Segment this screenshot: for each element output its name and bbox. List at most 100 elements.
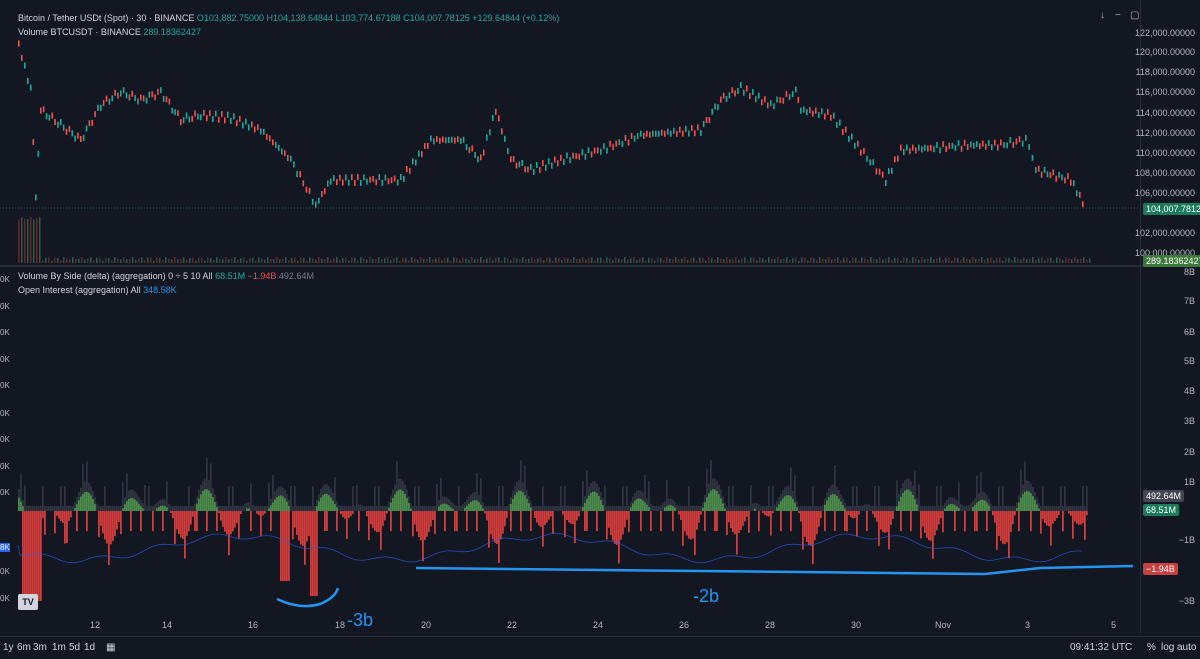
volume-bar — [273, 259, 275, 263]
delta-shadow-bar — [548, 506, 550, 511]
volume-bar — [132, 257, 134, 263]
delta-shadow-bar — [878, 486, 880, 511]
clock-time[interactable]: 09:41:32 UTC — [1070, 642, 1132, 653]
candle — [114, 89, 116, 96]
delta-shadow-bar — [374, 486, 376, 511]
delta-pos-bar — [724, 508, 726, 511]
delta-neg-bar — [854, 511, 856, 518]
delta-shadow-bar — [38, 506, 40, 511]
candle — [957, 140, 960, 147]
delta-pos-bar — [524, 495, 526, 511]
delta-neg-bar — [564, 511, 566, 538]
candle — [180, 119, 182, 126]
delta-shadow-bar — [416, 506, 418, 511]
volume-bar — [399, 260, 401, 263]
calendar-icon[interactable]: ▦ — [106, 642, 115, 653]
percent-toggle[interactable]: % — [1147, 642, 1156, 653]
delta-shadow-bar — [660, 505, 662, 511]
delta-pos-bar — [136, 501, 138, 511]
delta-pos-bar — [786, 495, 788, 511]
oi-value: 348.58K — [143, 285, 177, 295]
volume-bar — [192, 257, 194, 263]
candle — [524, 166, 526, 173]
candle — [483, 149, 485, 156]
candle — [676, 130, 678, 137]
volume-bar — [804, 257, 806, 263]
candle — [536, 162, 538, 169]
volume-bar — [669, 258, 671, 263]
delta-neg-bar — [384, 511, 386, 521]
volume-bar — [900, 260, 902, 263]
candle — [460, 138, 462, 145]
timeframe-1y[interactable]: 1y — [3, 642, 14, 653]
delta-neg-bar — [818, 511, 820, 527]
delta-neg-bar — [748, 511, 750, 533]
candle — [830, 114, 832, 121]
delta-pos-bar — [438, 506, 440, 511]
volume-bar — [1035, 259, 1037, 263]
indicator-tick: 3B — [1183, 416, 1195, 426]
volume-bar — [921, 257, 923, 263]
pane-separator[interactable] — [0, 265, 1200, 267]
delta-shadow-bar — [310, 506, 312, 511]
maximize-icon[interactable]: ▢ — [1130, 10, 1139, 21]
volume-label[interactable]: Volume BTCUSDT · BINANCE — [18, 27, 141, 37]
timeframe-6m[interactable]: 6m — [17, 642, 31, 653]
timeframe-1d[interactable]: 1d — [84, 642, 95, 653]
candle — [734, 90, 736, 97]
delta-neg-bar — [22, 511, 24, 601]
volume-bar — [876, 258, 878, 263]
volume-bar — [762, 258, 764, 263]
symbol-label[interactable]: Bitcoin / Tether USDt (Spot) · 30 · BINA… — [18, 13, 194, 23]
delta-neg-bar — [964, 511, 966, 532]
delta-neg-bar — [1018, 511, 1020, 531]
tradingview-logo[interactable]: TV — [18, 594, 38, 610]
candle — [797, 96, 800, 103]
delta-pos-bar — [630, 507, 632, 511]
delta-pos-bar — [480, 504, 482, 511]
open-value: O103,882.75000 — [196, 13, 264, 23]
delta-pos-bar — [326, 493, 328, 511]
volume-bar — [987, 258, 989, 263]
candle — [930, 144, 932, 151]
delta-shadow-bar — [434, 506, 436, 511]
delta-neg-bar — [802, 511, 804, 550]
volume-bar — [30, 217, 32, 263]
candle — [587, 147, 590, 154]
vbs-label[interactable]: Volume By Side (delta) (aggregation) 0 ÷… — [18, 271, 213, 281]
candle — [782, 97, 785, 104]
annotation-line — [415, 564, 1134, 576]
timeframe-3m[interactable]: 3m — [33, 642, 47, 653]
auto-toggle[interactable]: auto — [1177, 642, 1196, 653]
delta-shadow-bar — [372, 506, 374, 511]
candle — [673, 127, 675, 134]
delta-pos-bar — [84, 492, 86, 511]
delta-neg-bar — [186, 511, 188, 536]
delta-shadow-bar — [240, 506, 242, 511]
delta-neg-bar — [178, 511, 180, 535]
volume-bar — [768, 257, 770, 263]
delta-shadow-bar — [822, 504, 824, 511]
delta-shadow-bar — [194, 503, 196, 511]
arrow-down-icon[interactable]: ↓ — [1100, 10, 1105, 21]
delta-shadow-bar — [550, 506, 552, 511]
volume-bar — [957, 257, 959, 263]
oi-label[interactable]: Open Interest (aggregation) All — [18, 285, 141, 295]
log-toggle[interactable]: log — [1161, 642, 1174, 653]
volume-bar — [357, 260, 359, 263]
candle — [755, 96, 757, 103]
minus-icon[interactable]: − — [1115, 10, 1121, 21]
delta-shadow-bar — [740, 506, 742, 511]
candle — [991, 144, 993, 151]
delta-neg-bar — [256, 511, 258, 514]
delta-pos-bar — [784, 496, 786, 511]
date-axis[interactable]: 12 14 16 18 20 22 24 26 28 30 Nov 3 5 — [0, 618, 1140, 634]
delta-shadow-bar — [26, 506, 28, 511]
timeframe-5d[interactable]: 5d — [69, 642, 80, 653]
price-scale[interactable]: 122,000.00000 120,000.00000 118,000.00000 1… — [1135, 0, 1200, 633]
candle — [758, 92, 760, 99]
chart-area[interactable]: Bitcoin / Tether USDt (Spot) · 30 · BINA… — [0, 0, 1140, 633]
delta-pos-bar — [276, 497, 278, 511]
timeframe-1m[interactable]: 1m — [52, 642, 66, 653]
delta-shadow-bar — [122, 482, 124, 511]
